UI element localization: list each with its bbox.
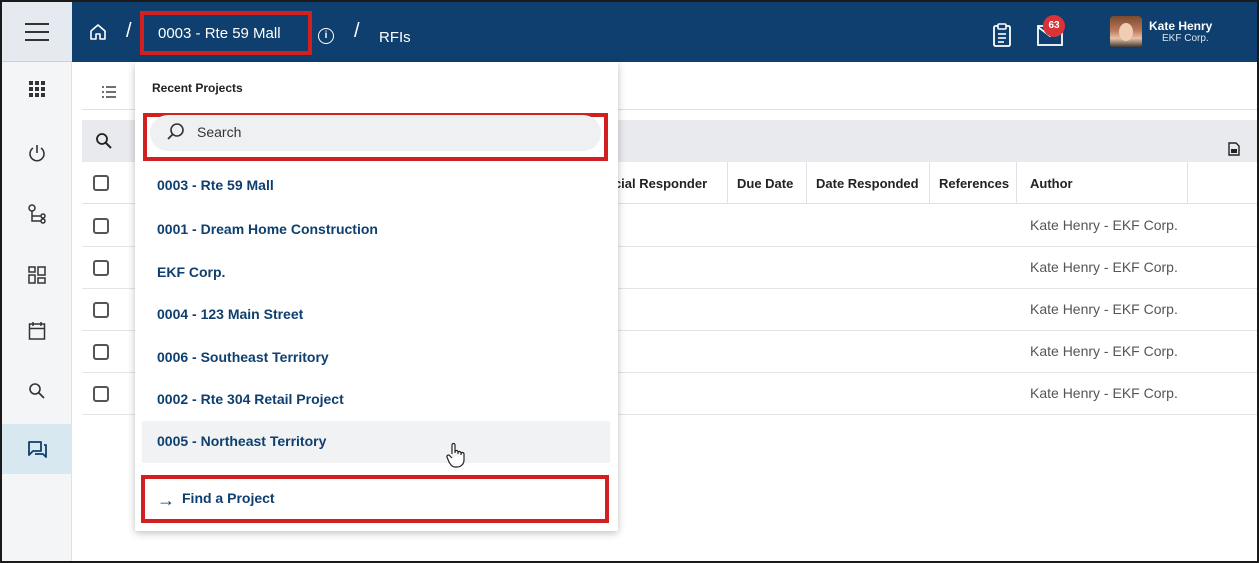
list-icon[interactable] <box>102 86 116 98</box>
apps-icon <box>29 81 45 97</box>
project-item[interactable]: 0006 - Southeast Territory <box>157 349 329 365</box>
project-item[interactable]: 0003 - Rte 59 Mall <box>157 177 274 193</box>
rfi-icon <box>28 441 47 458</box>
cell-author: Kate Henry - EKF Corp. <box>1030 301 1178 317</box>
calendar-icon <box>28 322 46 340</box>
column-header-due-date[interactable]: Due Date <box>737 176 793 191</box>
sidebar-item-workflow[interactable] <box>2 190 72 240</box>
arrow-right-icon: → <box>157 490 175 510</box>
column-header-date-responded[interactable]: Date Responded <box>816 176 919 191</box>
menu-button[interactable] <box>2 2 72 62</box>
breadcrumb-separator: / <box>126 20 132 42</box>
project-breadcrumb-label: 0003 - Rte 59 Mall <box>158 24 281 42</box>
user-name[interactable]: Kate Henry <box>1149 19 1212 33</box>
dashboard-icon <box>28 266 46 284</box>
power-icon <box>29 145 45 162</box>
column-header-references[interactable]: References <box>939 176 1009 191</box>
column-divider <box>929 162 930 204</box>
home-icon[interactable] <box>88 22 108 42</box>
search-icon <box>29 383 45 399</box>
row-checkbox[interactable] <box>93 218 109 234</box>
column-divider <box>1016 162 1017 204</box>
row-checkbox[interactable] <box>93 260 109 276</box>
project-item[interactable]: 0002 - Rte 304 Retail Project <box>157 391 344 407</box>
select-all-checkbox[interactable] <box>93 175 109 191</box>
notification-badge: 63 <box>1043 15 1065 37</box>
row-checkbox[interactable] <box>93 386 109 402</box>
project-item[interactable]: 0004 - 123 Main Street <box>157 306 303 322</box>
find-project-link[interactable]: Find a Project <box>182 490 275 506</box>
column-divider <box>1187 162 1188 204</box>
sidebar-item-search[interactable] <box>2 366 72 416</box>
column-divider <box>727 162 728 204</box>
breadcrumb-separator: / <box>354 20 360 42</box>
page-breadcrumb: RFIs <box>379 29 411 46</box>
export-icon[interactable] <box>1228 142 1240 156</box>
menu-icon <box>25 22 49 41</box>
row-checkbox[interactable] <box>93 302 109 318</box>
info-icon[interactable]: i <box>318 28 334 44</box>
workflow-icon <box>28 204 46 224</box>
sidebar-item-calendar[interactable] <box>2 306 72 356</box>
project-breadcrumb[interactable]: 0003 - Rte 59 Mall <box>140 11 312 55</box>
column-header-official-responder[interactable]: ficial Responder <box>606 176 707 191</box>
column-divider <box>806 162 807 204</box>
avatar[interactable] <box>1110 16 1142 48</box>
row-checkbox[interactable] <box>93 344 109 360</box>
clipboard-icon[interactable] <box>992 23 1012 47</box>
column-header-author[interactable]: Author <box>1030 176 1073 191</box>
cell-author: Kate Henry - EKF Corp. <box>1030 343 1178 359</box>
search-icon <box>167 123 184 140</box>
sidebar-item-rfis[interactable] <box>2 424 72 474</box>
cell-author: Kate Henry - EKF Corp. <box>1030 385 1178 401</box>
hand-cursor-icon <box>446 442 465 468</box>
sidebar <box>2 62 72 561</box>
user-org: EKF Corp. <box>1162 33 1209 44</box>
search-placeholder: Search <box>197 124 242 140</box>
project-item[interactable]: 0001 - Dream Home Construction <box>157 221 378 237</box>
sidebar-item-apps[interactable] <box>2 64 72 114</box>
sidebar-item-power[interactable] <box>2 128 72 178</box>
sidebar-item-dashboard[interactable] <box>2 250 72 300</box>
search-icon[interactable] <box>95 132 113 150</box>
project-item[interactable]: 0005 - Northeast Territory <box>157 433 326 449</box>
cell-author: Kate Henry - EKF Corp. <box>1030 259 1178 275</box>
cell-author: Kate Henry - EKF Corp. <box>1030 217 1178 233</box>
app-frame: / 0003 - Rte 59 Mall i / RFIs 63 Kate He… <box>0 0 1259 563</box>
project-item[interactable]: EKF Corp. <box>157 264 225 280</box>
recent-projects-title: Recent Projects <box>152 81 243 95</box>
